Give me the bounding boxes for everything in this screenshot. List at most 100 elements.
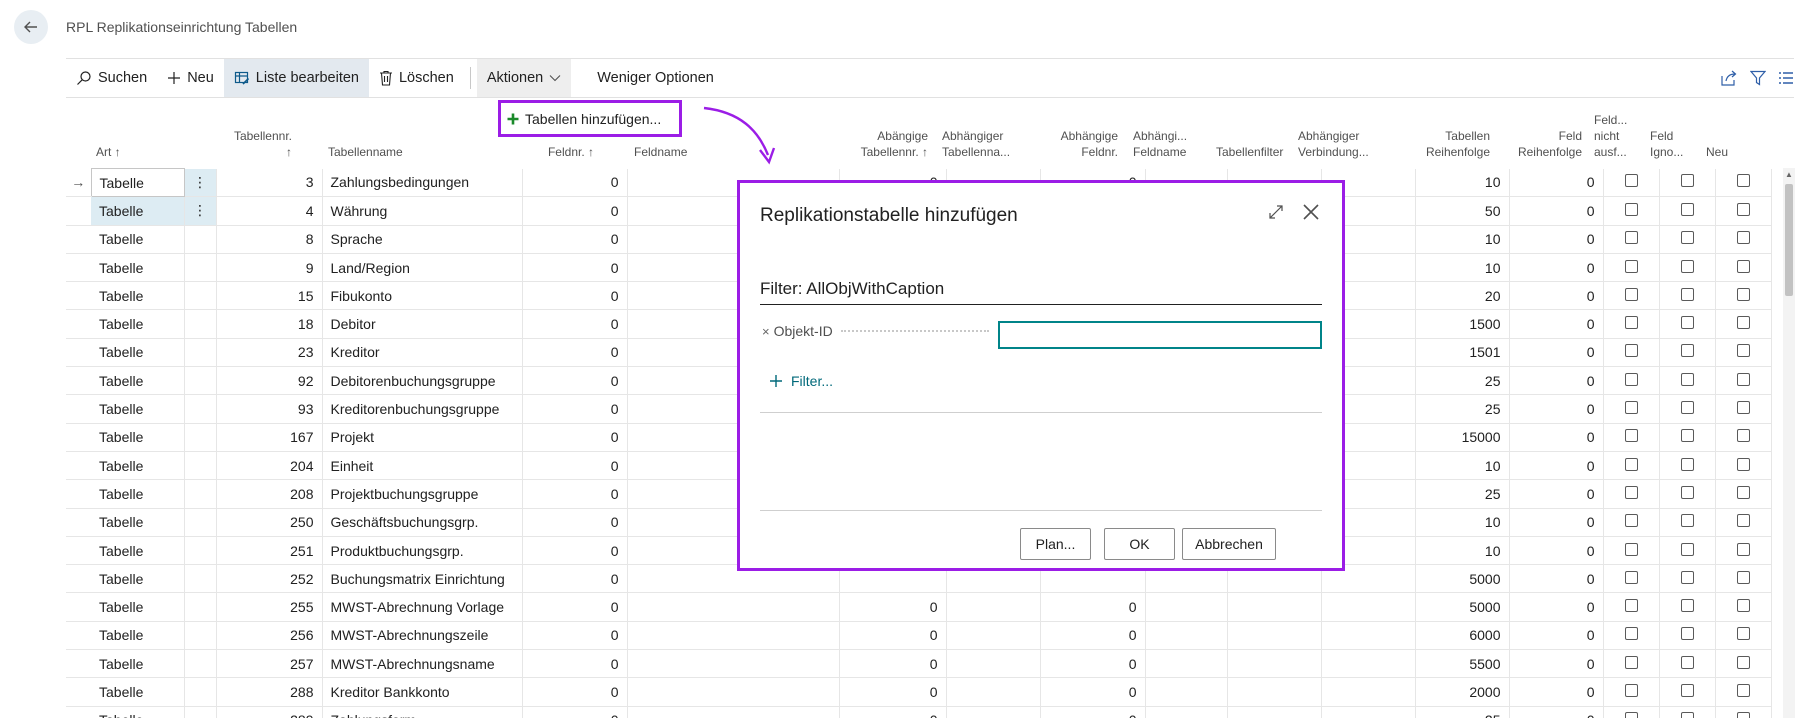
cell-tabellen-reihenfolge[interactable]: 5000 xyxy=(1415,592,1510,622)
col-abh-tabellennr[interactable]: Abängige Tabellennr. ↑ xyxy=(826,128,928,160)
checkbox-feld-nicht-ausf[interactable] xyxy=(1603,394,1660,424)
checkbox-feld-nicht-ausf[interactable] xyxy=(1603,649,1660,679)
cell-abh-tabellennr[interactable]: 0 xyxy=(839,592,947,622)
cell-abh-feldnr[interactable]: 0 xyxy=(1040,592,1146,622)
cell-feld-reihenfolge[interactable]: 0 xyxy=(1509,168,1604,198)
fewer-options-button[interactable]: Weniger Optionen xyxy=(587,59,724,97)
cell-abh-tabellenname[interactable] xyxy=(946,706,1041,718)
checkbox-neu[interactable] xyxy=(1715,706,1772,718)
checkbox-feld-ignoriert[interactable] xyxy=(1659,479,1716,509)
checkbox[interactable] xyxy=(1680,202,1694,216)
checkbox[interactable] xyxy=(1680,570,1694,584)
checkbox-feld-ignoriert[interactable] xyxy=(1659,706,1716,718)
checkbox-feld-nicht-ausf[interactable] xyxy=(1603,451,1660,481)
cell-tabellen-reihenfolge[interactable]: 10 xyxy=(1415,536,1510,566)
checkbox-neu[interactable] xyxy=(1715,592,1772,622)
checkbox-neu[interactable] xyxy=(1715,479,1772,509)
checkbox[interactable] xyxy=(1680,627,1694,641)
objekt-id-input[interactable] xyxy=(998,321,1322,349)
cell-feld-reihenfolge[interactable]: 0 xyxy=(1509,621,1604,651)
cell-abh-feldnr[interactable]: 0 xyxy=(1040,706,1146,718)
row-menu-icon[interactable]: ⋮ xyxy=(184,196,217,226)
checkbox-feld-nicht-ausf[interactable] xyxy=(1603,338,1660,368)
cell-tabellenfilter[interactable] xyxy=(1227,621,1322,651)
checkbox-neu[interactable] xyxy=(1715,253,1772,283)
cell-feldnr[interactable]: 0 xyxy=(522,423,628,452)
search-button[interactable]: Suchen xyxy=(66,59,157,97)
col-tabellennr[interactable]: Tabellennr. ↑ xyxy=(228,128,292,160)
cell-abh-tabellenname[interactable] xyxy=(946,621,1041,651)
checkbox[interactable] xyxy=(1624,712,1638,718)
checkbox-neu[interactable] xyxy=(1715,621,1772,651)
cell-art[interactable]: Tabelle xyxy=(91,508,185,537)
cell-feld-reihenfolge[interactable]: 0 xyxy=(1509,338,1604,368)
checkbox-feld-nicht-ausf[interactable] xyxy=(1603,536,1660,566)
checkbox-feld-nicht-ausf[interactable] xyxy=(1603,592,1660,622)
checkbox-neu[interactable] xyxy=(1715,508,1772,537)
table-row[interactable]: Tabelle 257 MWST-Abrechnungsname 0 0 0 5500 0 xyxy=(66,649,1772,679)
row-menu-icon[interactable] xyxy=(184,592,217,622)
col-tabellenname[interactable]: Tabellenname xyxy=(328,144,403,160)
checkbox[interactable] xyxy=(1736,429,1750,443)
checkbox[interactable] xyxy=(1624,287,1638,301)
row-menu-icon[interactable] xyxy=(184,394,217,424)
checkbox[interactable] xyxy=(1624,485,1638,499)
row-menu-icon[interactable] xyxy=(184,338,217,368)
checkbox[interactable] xyxy=(1736,570,1750,584)
cell-feld-reihenfolge[interactable]: 0 xyxy=(1509,649,1604,679)
col-feld-reihenfolge[interactable]: Feld Reihenfolge xyxy=(1506,128,1582,160)
checkbox[interactable] xyxy=(1624,599,1638,613)
cell-tabellen-reihenfolge[interactable]: 10 xyxy=(1415,508,1510,537)
cell-tabellennr[interactable]: 208 xyxy=(216,479,323,509)
checkbox-feld-ignoriert[interactable] xyxy=(1659,592,1716,622)
checkbox[interactable] xyxy=(1680,231,1694,245)
cell-feldnr[interactable]: 0 xyxy=(522,621,628,651)
checkbox-neu[interactable] xyxy=(1715,225,1772,254)
cell-feldnr[interactable]: 0 xyxy=(522,196,628,226)
cell-art[interactable]: Tabelle xyxy=(91,281,185,311)
cell-tabellenname[interactable]: MWST-Abrechnungszeile xyxy=(322,621,523,651)
cell-art[interactable]: Tabelle xyxy=(91,253,185,283)
cell-tabellenname[interactable]: Währung xyxy=(322,196,523,226)
checkbox-feld-ignoriert[interactable] xyxy=(1659,677,1716,707)
checkbox-neu[interactable] xyxy=(1715,649,1772,679)
cell-art[interactable]: Tabelle xyxy=(91,451,185,481)
cell-feldnr[interactable]: 0 xyxy=(522,706,628,718)
checkbox-feld-nicht-ausf[interactable] xyxy=(1603,423,1660,452)
checkbox[interactable] xyxy=(1736,401,1750,415)
table-row[interactable]: Tabelle289Zahlungsform000250 xyxy=(66,706,1772,718)
remove-filter-icon[interactable]: × xyxy=(762,324,770,339)
cell-art[interactable]: Tabelle xyxy=(91,564,185,594)
cell-tabellenname[interactable]: Kreditorenbuchungsgruppe xyxy=(322,394,523,424)
row-menu-icon[interactable] xyxy=(184,621,217,651)
cell-feld-reihenfolge[interactable]: 0 xyxy=(1509,281,1604,311)
checkbox[interactable] xyxy=(1736,712,1750,718)
cell-tabellennr[interactable]: 257 xyxy=(216,649,323,679)
checkbox[interactable] xyxy=(1680,683,1694,697)
cell-abh-feldnr[interactable]: 0 xyxy=(1040,621,1146,651)
cell-feld-reihenfolge[interactable]: 0 xyxy=(1509,451,1604,481)
cell-feldnr[interactable]: 0 xyxy=(522,536,628,566)
cell-tabellenname[interactable]: Kreditor xyxy=(322,338,523,368)
checkbox[interactable] xyxy=(1624,372,1638,386)
cell-abh-feldname[interactable] xyxy=(1145,677,1228,707)
cell-abh-feldname[interactable] xyxy=(1145,649,1228,679)
cell-abh-feldname[interactable] xyxy=(1145,592,1228,622)
cell-feldnr[interactable]: 0 xyxy=(522,677,628,707)
checkbox-neu[interactable] xyxy=(1715,451,1772,481)
cell-tabellen-reihenfolge[interactable]: 1501 xyxy=(1415,338,1510,368)
cell-tabellen-reihenfolge[interactable]: 25 xyxy=(1415,394,1510,424)
row-menu-icon[interactable] xyxy=(184,479,217,509)
plan-button[interactable]: Plan... xyxy=(1020,528,1091,560)
add-filter-link[interactable]: Filter... xyxy=(769,373,833,389)
table-row[interactable]: Tabelle 288 Kreditor Bankkonto 0 0 0 2000 0 xyxy=(66,677,1772,707)
cell-feldnr[interactable]: 0 xyxy=(522,649,628,679)
col-neu[interactable]: Neu xyxy=(1706,144,1728,160)
checkbox[interactable] xyxy=(1680,485,1694,499)
cell-feld-reihenfolge[interactable]: 0 xyxy=(1509,309,1604,339)
share-icon[interactable] xyxy=(1720,70,1738,86)
checkbox[interactable] xyxy=(1680,429,1694,443)
cell-feldnr[interactable]: 0 xyxy=(522,564,628,594)
cell-feld-reihenfolge[interactable]: 0 xyxy=(1509,508,1604,537)
checkbox-feld-nicht-ausf[interactable] xyxy=(1603,706,1660,718)
